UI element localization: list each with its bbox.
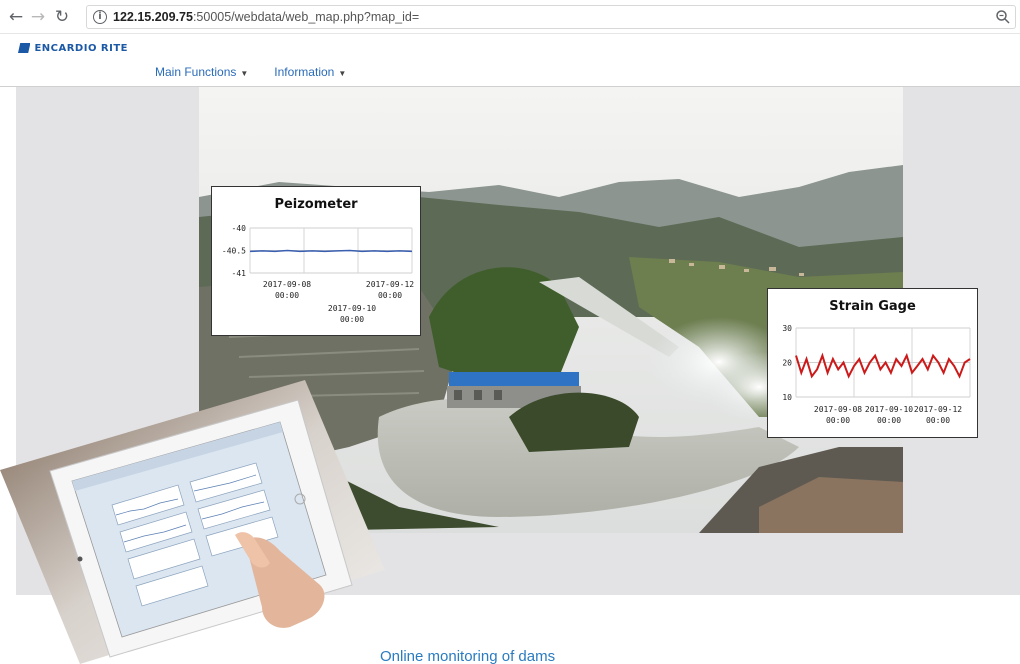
- back-arrow-icon[interactable]: ←: [6, 7, 26, 27]
- main-nav: Main Functions ▼ Information ▼: [155, 65, 346, 79]
- y-tick-label: 20: [782, 359, 792, 368]
- zoom-icon[interactable]: [995, 9, 1011, 25]
- y-tick-label: -40.5: [222, 247, 246, 256]
- x-tick-label: 2017-09-12: [914, 405, 962, 414]
- nav-information[interactable]: Information ▼: [274, 65, 346, 79]
- x-tick-label: 2017-09-10: [328, 304, 376, 313]
- reload-icon[interactable]: ↻: [52, 7, 72, 27]
- peizometer-plot: -40-40.5-412017-09-0800:002017-09-1000:0…: [222, 224, 414, 324]
- caption: Online monitoring of dams: [380, 648, 556, 664]
- x-tick-time: 00:00: [378, 291, 402, 300]
- x-tick-label: 2017-09-10: [865, 405, 913, 414]
- strain-gage-chart: Strain Gage 30 20 10 2017-09-08 00:00 2017-09…: [767, 288, 978, 438]
- x-tick-time: 00:00: [826, 416, 850, 425]
- nav-main-functions-label: Main Functions: [155, 65, 237, 79]
- x-tick-label: 2017-09-08: [263, 280, 311, 289]
- screenshot-root: ← → ↻ i 122.15.209.75:50005/webdata/web_…: [0, 0, 1020, 664]
- forward-arrow-icon[interactable]: →: [28, 7, 48, 27]
- peizometer-chart: Peizometer -40 -40.5 -41 2017-09-08 00:00 201…: [211, 186, 421, 336]
- logo-text: ENCARDIO RITE: [34, 42, 128, 54]
- url-path: :50005/webdata/web_map.php?map_id=: [192, 10, 420, 24]
- nav-main-functions[interactable]: Main Functions ▼: [155, 65, 248, 79]
- caret-down-icon: ▼: [240, 69, 249, 78]
- x-tick-time: 00:00: [275, 291, 299, 300]
- tablet-photo: [0, 380, 385, 664]
- x-tick-time: 00:00: [340, 315, 364, 324]
- x-tick-time: 00:00: [877, 416, 901, 425]
- y-tick-label: -41: [232, 269, 247, 278]
- strain-gage-plot: 30 20 10 2017-09-08 00:00 2017-09-10 00:00 2017…: [782, 324, 971, 425]
- info-icon[interactable]: i: [93, 10, 107, 24]
- y-tick-label: 10: [782, 393, 792, 402]
- x-tick-label: 2017-09-08: [814, 405, 862, 414]
- url-host: 122.15.209.75: [113, 10, 193, 24]
- x-tick-time: 00:00: [926, 416, 950, 425]
- site-header: ENCARDIO RITE Main Functions ▼ Informatio…: [0, 35, 1020, 87]
- browser-toolbar: ← → ↻ i 122.15.209.75:50005/webdata/web_…: [0, 0, 1020, 34]
- logo-mark-icon: [18, 43, 31, 53]
- address-bar[interactable]: i 122.15.209.75:50005/webdata/web_map.ph…: [86, 5, 1016, 29]
- x-tick-label: 2017-09-12: [366, 280, 414, 289]
- nav-information-label: Information: [274, 65, 335, 79]
- company-logo[interactable]: ENCARDIO RITE: [18, 41, 128, 55]
- series-line: [795, 352, 971, 379]
- y-tick-label: -40: [232, 224, 247, 233]
- series-line: [249, 249, 413, 253]
- caret-down-icon: ▼: [338, 69, 347, 78]
- y-tick-label: 30: [782, 324, 792, 333]
- url-text[interactable]: 122.15.209.75:50005/webdata/web_map.php?…: [113, 10, 419, 24]
